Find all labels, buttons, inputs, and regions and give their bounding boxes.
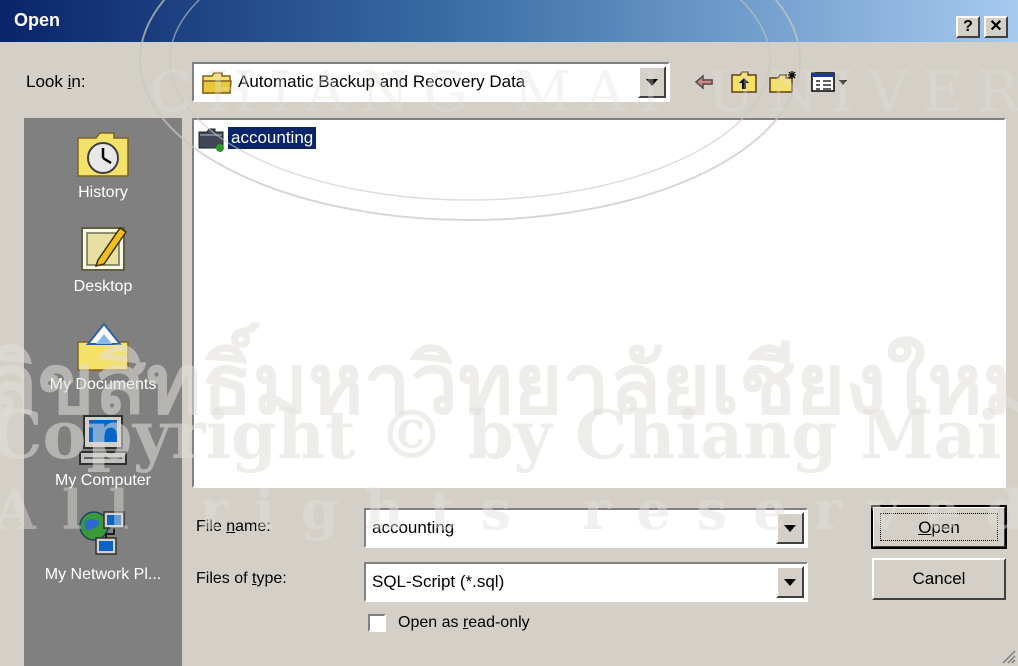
filename-value: accounting	[372, 518, 455, 537]
filetype-value: SQL-Script (*.sql)	[372, 572, 505, 591]
window-title: Open	[14, 10, 61, 30]
place-my-network-label: My Network Pl...	[44, 566, 162, 583]
place-desktop[interactable]: Desktop	[24, 222, 182, 296]
filetype-dropdown-button[interactable]	[776, 566, 804, 598]
view-menu-icon[interactable]	[810, 70, 850, 94]
history-icon	[77, 132, 129, 177]
filetype-combo[interactable]: SQL-Script (*.sql)	[364, 562, 808, 602]
lookin-combo[interactable]: Automatic Backup and Recovery Data	[192, 62, 670, 102]
new-folder-icon[interactable]	[768, 70, 798, 94]
readonly-label[interactable]: Open as read-only	[398, 614, 530, 632]
file-list[interactable]: accounting	[192, 118, 1006, 488]
open-dialog: Open ? ✕ Look in: Automatic Backup and R…	[0, 0, 1018, 666]
lookin-value: Automatic Backup and Recovery Data	[238, 72, 526, 91]
my-documents-icon	[77, 322, 129, 371]
place-my-documents-label: My Documents	[49, 376, 157, 393]
cancel-button[interactable]: Cancel	[872, 558, 1006, 600]
close-button[interactable]: ✕	[984, 16, 1008, 38]
file-name-accounting: accounting	[226, 126, 318, 150]
place-history-label: History	[78, 184, 128, 201]
open-button-label: Open	[880, 513, 998, 541]
filetype-label: Files of type:	[196, 570, 287, 587]
place-desktop-label: Desktop	[73, 278, 133, 295]
title-bar: Open ? ✕	[0, 0, 1018, 42]
resize-grip-icon[interactable]	[1000, 648, 1016, 664]
filename-dropdown-button[interactable]	[776, 512, 804, 544]
open-button[interactable]: Open	[871, 505, 1007, 549]
lookin-label: Look in:	[26, 72, 86, 91]
place-my-documents[interactable]: My Documents	[24, 320, 182, 394]
place-history[interactable]: History	[24, 128, 182, 202]
place-my-network[interactable]: My Network Pl...	[24, 508, 182, 584]
folder-icon	[202, 72, 232, 94]
readonly-checkbox[interactable]	[368, 614, 386, 632]
places-bar: History Desktop My Documents My Computer…	[24, 118, 182, 666]
up-folder-icon[interactable]	[730, 70, 758, 94]
back-arrow-icon[interactable]	[692, 70, 716, 94]
my-computer-icon	[79, 415, 127, 465]
place-my-computer-label: My Computer	[54, 472, 152, 489]
help-button[interactable]: ?	[956, 16, 980, 38]
my-network-places-icon	[79, 511, 125, 555]
place-my-computer[interactable]: My Computer	[24, 412, 182, 490]
desktop-icon	[81, 226, 128, 271]
database-folder-icon	[198, 128, 224, 152]
close-icon: ✕	[989, 18, 1003, 35]
filename-label: File name:	[196, 518, 271, 535]
filename-combo[interactable]: accounting	[364, 508, 808, 548]
lookin-dropdown-button[interactable]	[638, 66, 666, 98]
